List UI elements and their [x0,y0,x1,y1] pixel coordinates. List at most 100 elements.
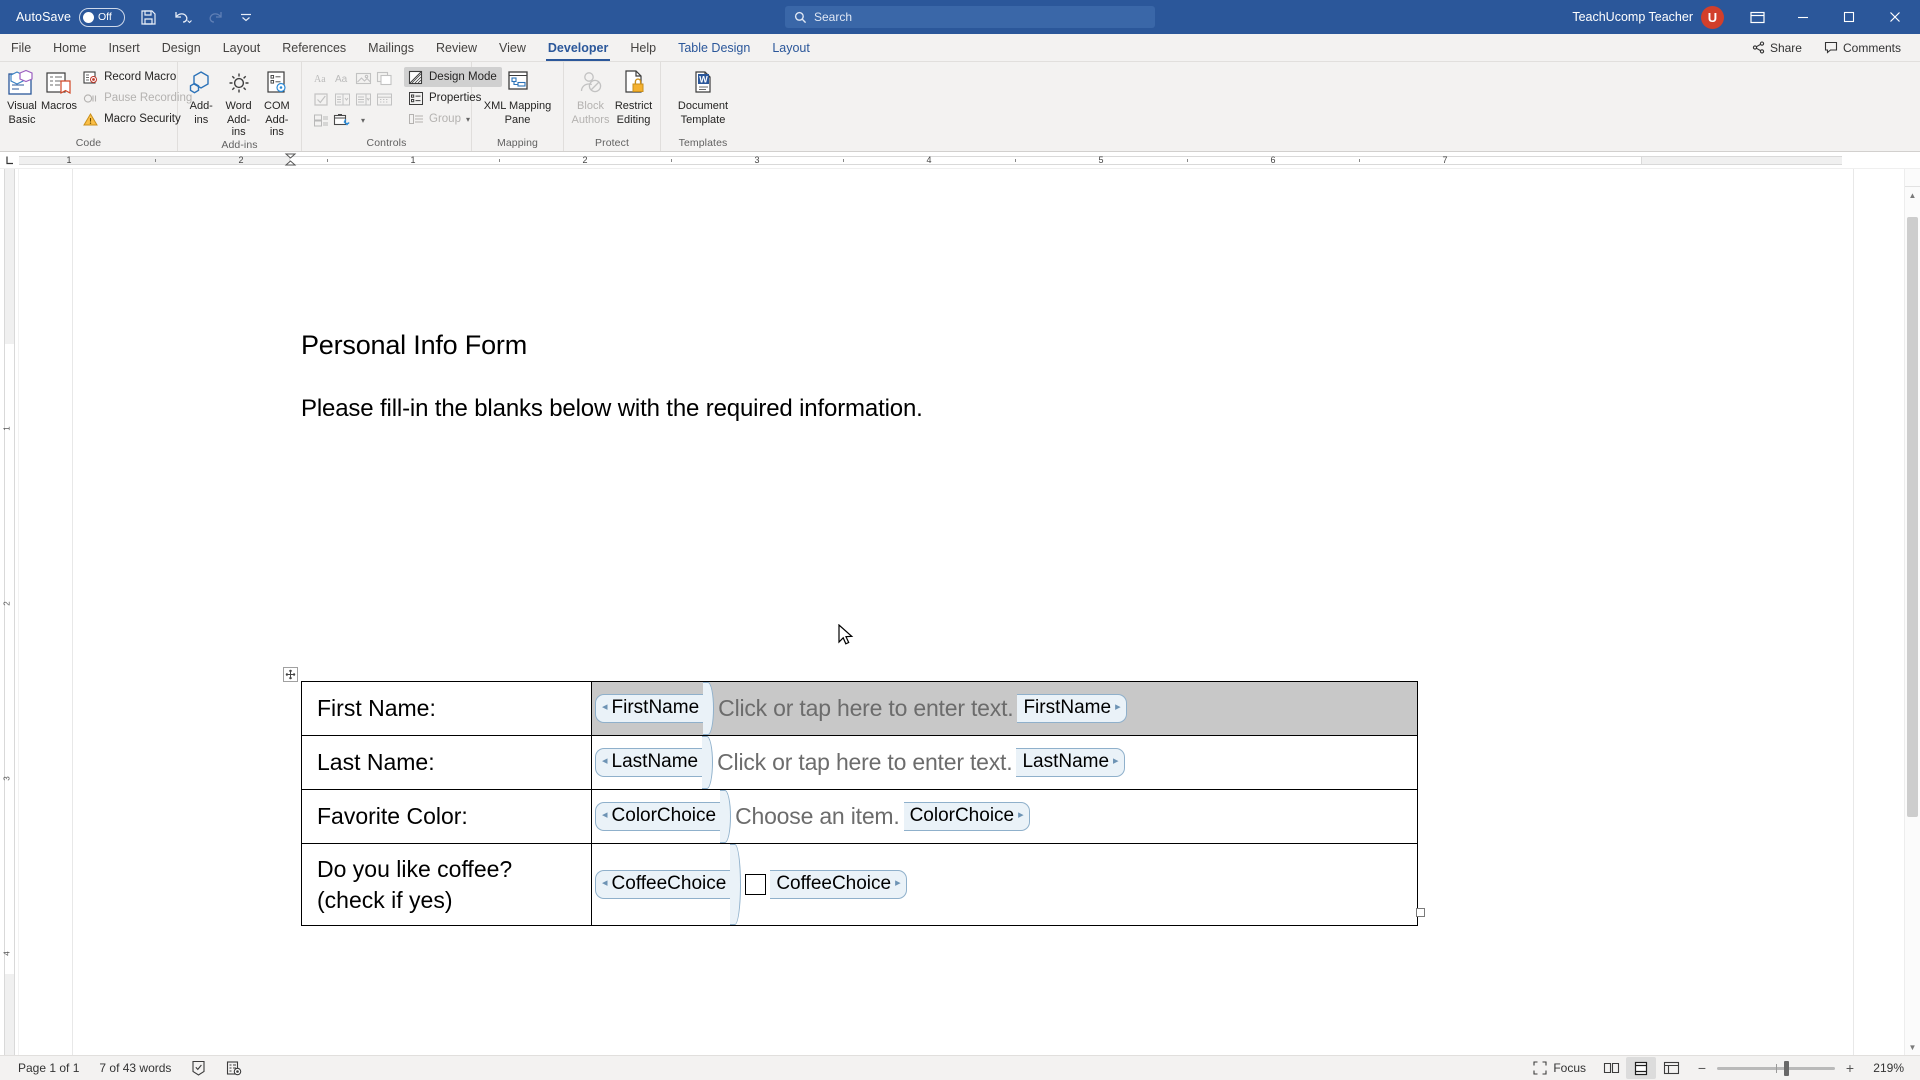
customize-quick-access-icon[interactable] [233,3,259,31]
autosave-switch[interactable]: Off [79,7,126,27]
document-paragraph[interactable]: Please fill-in the blanks below with the… [301,395,923,423]
comments-button[interactable]: Comments [1815,37,1910,59]
table-move-handle-icon[interactable] [283,667,298,682]
word-add-ins-button[interactable]: Word Add-ins [219,65,257,138]
vertical-scrollbar[interactable]: ▲ ▼ [1904,169,1920,1055]
content-control-placeholder-color-choice[interactable]: Choose an item. [731,803,903,830]
ribbon-display-options-icon[interactable] [1734,0,1780,34]
restore-icon[interactable] [1826,0,1872,34]
content-control-close-tag-first-name[interactable]: FirstName ▸ [1017,694,1127,723]
save-icon[interactable] [131,3,165,31]
picture-content-control-icon[interactable] [353,68,373,88]
row-field-first-name[interactable]: ◂ FirstName Click or tap here to enter t… [591,681,1418,736]
document-page[interactable]: Personal Info Form Please fill-in the bl… [72,169,1854,1055]
zoom-in-button[interactable]: + [1844,1060,1856,1076]
vertical-scroll-track[interactable] [1905,203,1920,1039]
accessibility-checker-icon[interactable] [216,1060,252,1076]
row-label-favorite-color[interactable]: Favorite Color: [301,789,592,844]
zoom-slider-track[interactable] [1717,1060,1835,1076]
row-label-coffee[interactable]: Do you like coffee? (check if yes) [301,843,592,926]
content-control-open-tag-color-choice[interactable]: ◂ ColorChoice [595,802,721,831]
combo-box-content-control-icon[interactable] [332,89,352,109]
search-input[interactable]: Search [785,6,1155,28]
content-control-close-tag-color-choice[interactable]: ColorChoice ▸ [903,802,1030,831]
user-name[interactable]: TeachUcomp Teacher [1572,10,1693,24]
scroll-up-icon[interactable]: ▲ [1905,187,1920,203]
content-control-open-tag-coffee-choice[interactable]: ◂ CoffeeChoice [595,870,731,899]
macros-button[interactable]: Macros [39,65,79,112]
tab-developer[interactable]: Developer [537,34,619,61]
vertical-ruler[interactable]: 1 2 3 4 [3,169,15,1055]
tab-mailings[interactable]: Mailings [357,34,425,61]
tab-layout[interactable]: Layout [212,34,272,61]
content-control-close-tag-coffee-choice[interactable]: CoffeeChoice ▸ [770,870,907,899]
xml-mapping-pane-button[interactable]: XML Mapping Pane [477,65,558,126]
document-template-button[interactable]: W Document Template [666,65,740,126]
document-canvas[interactable]: Personal Info Form Please fill-in the bl… [19,169,1920,1055]
redo-icon[interactable] [199,3,233,31]
horizontal-ruler[interactable]: 1 2 1 2 3 4 5 6 7 [19,153,1898,167]
table-resize-handle-icon[interactable] [1416,908,1425,917]
date-picker-content-control-icon[interactable] [374,89,394,109]
legacy-tools-icon[interactable] [332,110,352,130]
indent-markers-icon[interactable] [284,153,298,167]
content-control-color-choice[interactable]: ◂ ColorChoice Choose an item. ColorChoic… [592,790,1417,843]
table-row[interactable]: Do you like coffee? (check if yes) ◂ Cof… [301,843,1418,926]
plain-text-content-control-icon[interactable]: Aa [332,68,352,88]
table-row[interactable]: Favorite Color: ◂ ColorChoice Choose an … [301,789,1418,844]
zoom-out-button[interactable]: − [1696,1060,1708,1076]
content-control-last-name[interactable]: ◂ LastName Click or tap here to enter te… [592,736,1417,789]
tab-home[interactable]: Home [42,34,97,61]
tab-file[interactable]: File [0,34,42,61]
vertical-scroll-thumb[interactable] [1907,217,1918,817]
com-add-ins-button[interactable]: COM Add-ins [258,65,296,138]
minimize-icon[interactable] [1780,0,1826,34]
row-label-last-name[interactable]: Last Name: [301,735,592,790]
word-count[interactable]: 7 of 43 words [89,1061,181,1075]
content-control-coffee-choice[interactable]: ◂ CoffeeChoice CoffeeChoice ▸ [592,844,1417,925]
add-ins-button[interactable]: Add- ins [183,65,219,126]
share-button[interactable]: Share [1743,37,1811,59]
page-info[interactable]: Page 1 of 1 [8,1061,89,1075]
proofing-errors-icon[interactable] [181,1060,216,1076]
tab-insert[interactable]: Insert [98,34,151,61]
tab-references[interactable]: References [271,34,357,61]
row-field-coffee[interactable]: ◂ CoffeeChoice CoffeeChoice ▸ [591,843,1418,926]
autosave-toggle[interactable]: AutoSave Off [10,4,131,30]
row-field-favorite-color[interactable]: ◂ ColorChoice Choose an item. ColorChoic… [591,789,1418,844]
table-row[interactable]: Last Name: ◂ LastName Click or tap here … [301,735,1418,790]
scroll-down-icon[interactable]: ▼ [1905,1039,1920,1055]
tab-table-design[interactable]: Table Design [667,34,761,61]
row-field-last-name[interactable]: ◂ LastName Click or tap here to enter te… [591,735,1418,790]
focus-mode-button[interactable]: Focus [1523,1061,1596,1075]
visual-basic-button[interactable]: Visual Basic [5,65,39,126]
content-control-placeholder-first-name[interactable]: Click or tap here to enter text. [714,695,1017,722]
check-box-content-control-icon[interactable] [311,89,331,109]
building-block-gallery-icon[interactable] [374,68,394,88]
read-mode-button[interactable] [1596,1057,1626,1079]
coffee-checkbox[interactable] [745,874,767,895]
drop-down-list-content-control-icon[interactable] [353,89,373,109]
repeating-section-content-control-icon[interactable] [311,110,331,130]
tab-review[interactable]: Review [425,34,488,61]
zoom-level[interactable]: 219% [1866,1061,1912,1075]
content-control-close-tag-last-name[interactable]: LastName ▸ [1016,748,1125,777]
web-layout-button[interactable] [1656,1057,1686,1079]
legacy-tools-chevron-down-icon[interactable]: ▾ [353,110,373,130]
tab-view[interactable]: View [488,34,537,61]
tab-stop-selector[interactable] [0,152,19,169]
tab-design[interactable]: Design [151,34,212,61]
content-control-open-tag-last-name[interactable]: ◂ LastName [595,748,703,777]
split-window-handle[interactable] [1905,169,1920,187]
table-row[interactable]: First Name: ◂ FirstName Click or tap her… [301,681,1418,736]
print-layout-button[interactable] [1626,1057,1656,1079]
form-table[interactable]: First Name: ◂ FirstName Click or tap her… [301,681,1418,926]
avatar[interactable]: U [1701,5,1724,29]
tab-table-layout[interactable]: Layout [761,34,821,61]
close-icon[interactable] [1872,0,1918,34]
zoom-slider-knob[interactable] [1784,1060,1790,1076]
restrict-editing-button[interactable]: Restrict Editing [612,65,655,126]
content-control-placeholder-last-name[interactable]: Click or tap here to enter text. [713,749,1016,776]
rich-text-content-control-icon[interactable]: Aa [311,68,331,88]
row-label-first-name[interactable]: First Name: [301,681,592,736]
